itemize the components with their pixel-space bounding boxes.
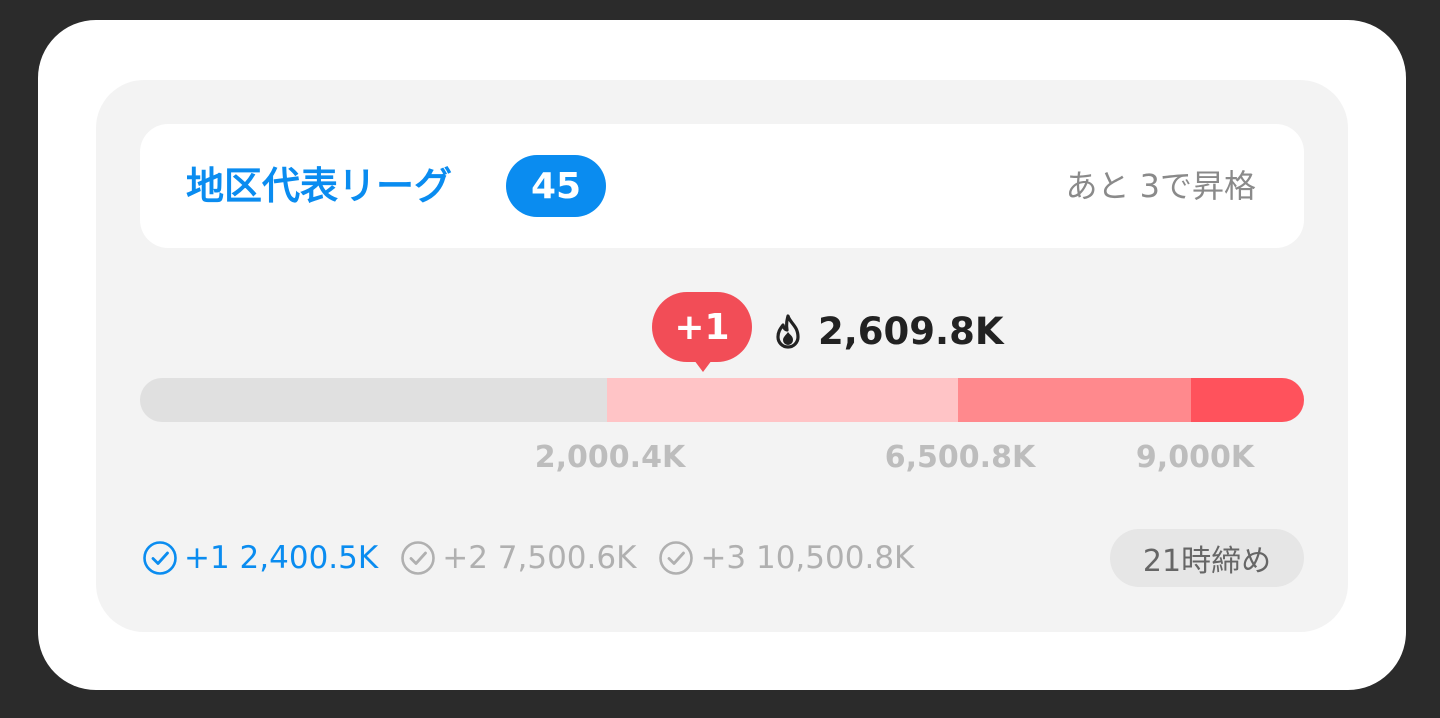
- promotion-status: あと 3で昇格: [1065, 167, 1256, 205]
- reward-item-3: +3 10,500.8K: [658, 540, 914, 576]
- reward-label-3: +3 10,500.8K: [700, 540, 915, 576]
- rank-badge: 45: [506, 155, 606, 217]
- progress-segment-2: [958, 378, 1191, 422]
- progress-bar: [140, 378, 1304, 422]
- reward-list: +1 2,400.5K +2 7,500.6K +3 10,500.8K: [142, 532, 936, 584]
- check-circle-icon: [401, 541, 436, 575]
- gain-bubble: +1: [652, 292, 752, 372]
- threshold-label-2: 6,500.8K: [884, 440, 1036, 475]
- deadline-badge: 21時締め: [1110, 529, 1304, 587]
- flame-icon: [776, 314, 800, 349]
- current-score: 2,609.8K: [818, 310, 1004, 353]
- check-circle-icon: [659, 541, 694, 575]
- league-title: 地区代表リーグ: [186, 164, 453, 208]
- threshold-label-1: 2,000.4K: [534, 440, 686, 475]
- reward-item-1: +1 2,400.5K: [142, 540, 378, 576]
- reward-label-2: +2 7,500.6K: [442, 540, 637, 576]
- progress-segment-1: [607, 378, 958, 422]
- reward-label-1: +1 2,400.5K: [184, 540, 379, 576]
- reward-item-2: +2 7,500.6K: [400, 540, 636, 576]
- check-circle-icon: [143, 541, 177, 575]
- progress-segment-3: [1191, 378, 1304, 422]
- threshold-label-3: 9,000K: [1135, 440, 1255, 475]
